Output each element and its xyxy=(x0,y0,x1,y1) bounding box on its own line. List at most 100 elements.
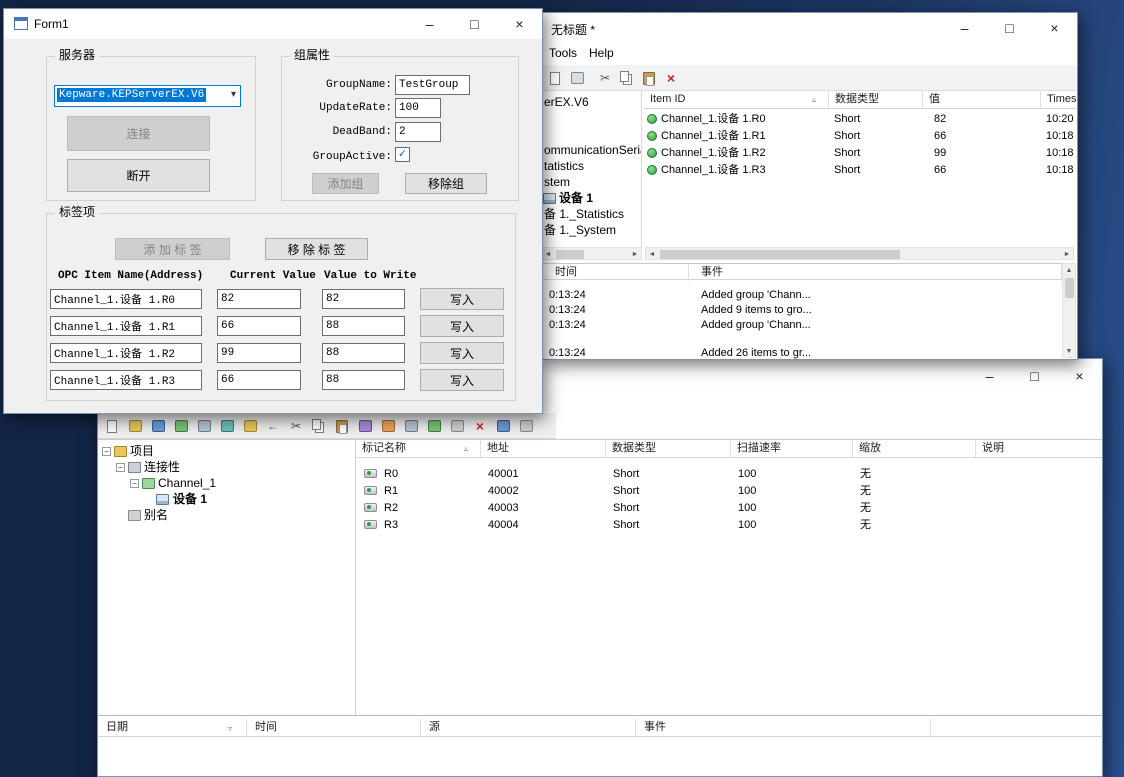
menu-help[interactable]: Help xyxy=(583,44,620,62)
tag-write-value-input[interactable] xyxy=(322,316,405,336)
close-button[interactable]: × xyxy=(1057,359,1102,393)
new-tag-icon[interactable] xyxy=(240,416,260,436)
tag-row[interactable]: R2 40003 Short 100 无 xyxy=(356,500,1103,517)
col-address[interactable]: 地址 xyxy=(481,440,606,457)
maximize-button[interactable]: □ xyxy=(452,9,497,39)
tree-item-group[interactable]: 备 1._System xyxy=(544,223,616,238)
properties-icon[interactable] xyxy=(355,416,375,436)
scrollbar-thumb[interactable] xyxy=(1065,278,1074,298)
delete-icon[interactable]: × xyxy=(470,416,490,436)
tree-item-connectivity[interactable]: 连接性 xyxy=(144,460,180,475)
write-button[interactable]: 写入 xyxy=(420,369,504,391)
log-row[interactable]: 0:13:24 Added group 'Chann... xyxy=(541,317,1062,332)
item-row[interactable]: Channel_1.设备 1.R3 Short 66 10:18 xyxy=(644,162,1076,179)
disconnect-button[interactable]: 断开 xyxy=(67,159,210,192)
tree-item-group[interactable]: ommunicationSerializa xyxy=(544,143,642,158)
tag-write-value-input[interactable] xyxy=(322,289,405,309)
runtime-disconnect-icon[interactable] xyxy=(447,416,467,436)
groupname-input[interactable] xyxy=(395,75,470,95)
tag-name-input[interactable] xyxy=(50,289,202,309)
item-row[interactable]: Channel_1.设备 1.R2 Short 99 10:18 xyxy=(644,145,1076,162)
save-project-icon[interactable] xyxy=(148,416,168,436)
new-icon[interactable] xyxy=(545,68,565,88)
col-source[interactable]: 源 xyxy=(421,719,636,736)
updaterate-input[interactable] xyxy=(395,98,441,118)
tag-name-input[interactable] xyxy=(50,343,202,363)
minimize-button[interactable]: – xyxy=(967,359,1012,393)
collapse-icon[interactable]: − xyxy=(130,479,139,488)
col-description[interactable]: 说明 xyxy=(976,440,1103,457)
view-icon[interactable] xyxy=(567,68,587,88)
cut-icon[interactable]: ✂ xyxy=(595,68,615,88)
write-button[interactable]: 写入 xyxy=(420,342,504,364)
col-date[interactable]: 日期 xyxy=(98,719,247,736)
tag-write-value-input[interactable] xyxy=(322,370,405,390)
col-log-time[interactable]: 时间 xyxy=(541,264,689,281)
log-vertical-scrollbar[interactable]: ▲ ▼ xyxy=(1062,263,1076,358)
calculator-icon[interactable] xyxy=(516,416,536,436)
col-item-id[interactable]: Item ID xyxy=(644,91,829,108)
maximize-button[interactable]: □ xyxy=(987,13,1032,43)
quick-client-titlebar[interactable]: 无标题 * – □ × xyxy=(541,13,1077,43)
tree-item-device[interactable]: 设备 1 xyxy=(559,191,593,206)
new-project-icon[interactable] xyxy=(102,416,122,436)
new-tag-group-icon[interactable] xyxy=(217,416,237,436)
add-tag-button[interactable]: 添 加 标 签 xyxy=(115,238,230,260)
event-log-icon[interactable] xyxy=(401,416,421,436)
tag-name-input[interactable] xyxy=(50,316,202,336)
scroll-up-icon[interactable]: ▲ xyxy=(1063,264,1075,276)
new-channel-icon[interactable] xyxy=(171,416,191,436)
maximize-button[interactable]: □ xyxy=(1012,359,1057,393)
tree-item-group[interactable]: stem xyxy=(544,175,570,190)
tree-item-server[interactable]: erEX.V6 xyxy=(544,95,589,110)
close-button[interactable]: × xyxy=(497,9,542,39)
list-horizontal-scrollbar[interactable]: ◄ ► xyxy=(645,247,1074,260)
cut-icon[interactable]: ✂ xyxy=(286,416,306,436)
col-data-type[interactable]: 数据类型 xyxy=(829,91,923,108)
new-device-icon[interactable] xyxy=(194,416,214,436)
menu-tools[interactable]: Tools xyxy=(543,44,583,62)
tag-row[interactable]: R0 40001 Short 100 无 xyxy=(356,466,1103,483)
delete-icon[interactable]: × xyxy=(661,68,681,88)
scroll-right-icon[interactable]: ► xyxy=(1061,248,1073,260)
scroll-down-icon[interactable]: ▼ xyxy=(1063,345,1075,357)
tree-item-device[interactable]: 设备 1 xyxy=(173,492,207,507)
col-value[interactable]: 值 xyxy=(923,91,1041,108)
col-timestamp[interactable]: Times xyxy=(1041,91,1078,108)
tag-current-value-input[interactable] xyxy=(217,289,301,309)
tag-current-value-input[interactable] xyxy=(217,370,301,390)
minimize-button[interactable]: – xyxy=(407,9,452,39)
runtime-connect-icon[interactable] xyxy=(424,416,444,436)
paste-icon[interactable] xyxy=(332,416,352,436)
add-group-button[interactable]: 添加组 xyxy=(312,173,379,194)
log-row[interactable]: 0:13:24 Added group 'Chann... xyxy=(541,287,1062,302)
copy-icon[interactable] xyxy=(309,416,329,436)
col-scaling[interactable]: 缩放 xyxy=(853,440,976,457)
scroll-left-icon[interactable]: ◄ xyxy=(542,248,554,260)
col-data-type[interactable]: 数据类型 xyxy=(606,440,731,457)
write-button[interactable]: 写入 xyxy=(420,315,504,337)
form1-titlebar[interactable]: Form1 – □ × xyxy=(4,9,542,39)
collapse-icon[interactable]: − xyxy=(116,463,125,472)
connect-button[interactable]: 连接 xyxy=(67,116,210,151)
tag-row[interactable]: R3 40004 Short 100 无 xyxy=(356,517,1103,534)
tag-current-value-input[interactable] xyxy=(217,343,301,363)
write-button[interactable]: 写入 xyxy=(420,288,504,310)
col-scan-rate[interactable]: 扫描速率 xyxy=(731,440,853,457)
tag-row[interactable]: R1 40002 Short 100 无 xyxy=(356,483,1103,500)
tree-item-group[interactable]: 备 1._Statistics xyxy=(544,207,624,222)
scroll-right-icon[interactable]: ► xyxy=(629,248,641,260)
open-project-icon[interactable] xyxy=(125,416,145,436)
tree-item-alias[interactable]: 别名 xyxy=(144,508,168,523)
col-time[interactable]: 时间 xyxy=(247,719,421,736)
quick-client-launch-icon[interactable] xyxy=(378,416,398,436)
undo-icon[interactable]: ← xyxy=(263,416,283,436)
col-event[interactable]: 事件 xyxy=(636,719,931,736)
remove-group-button[interactable]: 移除组 xyxy=(405,173,487,194)
item-row[interactable]: Channel_1.设备 1.R0 Short 82 10:20 xyxy=(644,111,1076,128)
item-row[interactable]: Channel_1.设备 1.R1 Short 66 10:18 xyxy=(644,128,1076,145)
tree-item-channel[interactable]: Channel_1 xyxy=(158,476,216,491)
scrollbar-thumb[interactable] xyxy=(556,250,584,259)
tag-write-value-input[interactable] xyxy=(322,343,405,363)
col-log-event[interactable]: 事件 xyxy=(689,264,1062,281)
